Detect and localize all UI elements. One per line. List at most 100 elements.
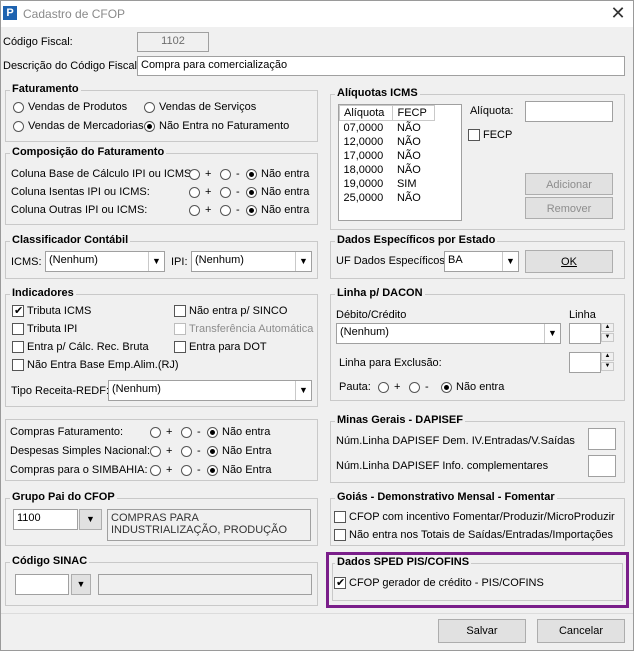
cancelar-button-label: Cancelar <box>558 625 604 637</box>
goias-incentivo-checkbox[interactable] <box>334 511 346 523</box>
table-row[interactable]: 17,0000 NÃO <box>340 149 435 163</box>
close-icon[interactable]: ✕ <box>604 2 632 24</box>
pauta-plus-radio[interactable] <box>378 382 389 393</box>
ipi-select-value: (Nenhum) <box>195 254 244 266</box>
debito-credito-select[interactable]: (Nenhum) <box>336 323 561 344</box>
remover-button[interactable]: Remover <box>525 197 613 219</box>
compras-row1-plus-radio[interactable] <box>150 427 161 438</box>
fecp-label: FECP <box>483 129 513 141</box>
compras-row1-minus-radio[interactable] <box>181 427 192 438</box>
linha-up-arrow-icon[interactable]: ▲ <box>601 323 614 332</box>
compras-row3-plus-radio[interactable] <box>150 465 161 476</box>
pauta-minus-radio[interactable] <box>409 382 420 393</box>
sinac-dropdown-chevron-icon[interactable]: ▼ <box>71 574 91 595</box>
icms-select[interactable]: (Nenhum) <box>45 251 165 272</box>
salvar-button-label: Salvar <box>466 625 498 637</box>
goias-incentivo-label: CFOP com incentivo Fomentar/Produzir/Mic… <box>349 511 615 523</box>
remover-button-label: Remover <box>546 203 592 215</box>
tipo-receita-chevron-down-icon[interactable]: ▼ <box>295 381 311 400</box>
col-fecp-header[interactable]: FECP <box>392 105 435 121</box>
exclusao-up-arrow-icon[interactable]: ▲ <box>601 352 614 361</box>
sinac-code-field[interactable] <box>15 574 69 595</box>
aliquota-label: Alíquota: <box>470 105 514 117</box>
minas-row1-input[interactable] <box>588 428 616 450</box>
tributa-ipi-checkbox[interactable] <box>12 323 24 335</box>
comp-row3-minus-radio[interactable] <box>220 205 231 216</box>
table-row[interactable]: 18,0000 NÃO <box>340 163 435 177</box>
uf-chevron-down-icon[interactable]: ▼ <box>502 252 518 271</box>
minas-row1-label: Núm.Linha DAPISEF Dem. IV.Entradas/V.Saí… <box>336 435 575 447</box>
descricao-field[interactable]: Compra para comercialização <box>137 56 625 76</box>
aliquota-cell: 19,0000 <box>343 177 384 190</box>
aliquota-cell: 18,0000 <box>343 163 384 176</box>
pauta-nao-entra-radio[interactable] <box>441 382 452 393</box>
goias-totais-checkbox[interactable] <box>334 529 346 541</box>
table-row[interactable]: 12,0000 NÃO <box>340 135 435 149</box>
compras-row3-nao-entra-radio[interactable] <box>207 465 218 476</box>
comp-row3-minus-label: - <box>236 204 240 216</box>
compras-row2-plus-label: + <box>166 445 173 457</box>
comp-row2-nao-entra-radio[interactable] <box>246 187 257 198</box>
vendas-produtos-radio[interactable] <box>13 102 24 113</box>
grupo-pai-desc-field: COMPRAS PARA INDUSTRIALIZAÇÃO, PRODUÇÃO <box>107 509 311 541</box>
compras-row2-plus-radio[interactable] <box>150 446 161 457</box>
salvar-button[interactable]: Salvar <box>438 619 526 643</box>
goias-totais-label: Não entra nos Totais de Saídas/Entradas/… <box>349 529 613 541</box>
icms-chevron-down-icon[interactable]: ▼ <box>148 252 164 271</box>
comp-row1-minus-radio[interactable] <box>220 169 231 180</box>
comp-row1-nao-entra-radio[interactable] <box>246 169 257 180</box>
comp-row2-plus-radio[interactable] <box>189 187 200 198</box>
comp-row1-nao-entra-label: Não entra <box>261 168 310 180</box>
compras-row2-minus-radio[interactable] <box>181 446 192 457</box>
table-row[interactable]: 25,0000 NÃO <box>340 191 435 205</box>
grupo-pai-dropdown-chevron-icon[interactable]: ▼ <box>79 509 102 530</box>
entra-calc-checkbox[interactable] <box>12 341 24 353</box>
exclusao-down-arrow-icon[interactable]: ▼ <box>601 362 614 371</box>
minas-row2-label: Núm.Linha DAPISEF Info. complementares <box>336 460 549 472</box>
tributa-icms-checkbox[interactable] <box>12 304 24 317</box>
minas-row2-input[interactable] <box>588 455 616 477</box>
grupo-pai-code-field[interactable]: 1100 <box>13 509 78 530</box>
entra-dot-checkbox[interactable] <box>174 341 186 353</box>
comp-row3-plus-radio[interactable] <box>189 205 200 216</box>
minas-title: Minas Gerais - DAPISEF <box>335 414 465 426</box>
comp-row2-minus-radio[interactable] <box>220 187 231 198</box>
cancelar-button[interactable]: Cancelar <box>537 619 625 643</box>
comp-row2-nao-entra-label: Não entra <box>261 186 310 198</box>
aliquota-cell: 12,0000 <box>343 135 384 148</box>
compras-row3-minus-radio[interactable] <box>181 465 192 476</box>
table-row[interactable]: 19,0000 SIM <box>340 177 435 191</box>
debito-credito-chevron-down-icon[interactable]: ▼ <box>544 324 560 343</box>
aliquota-input[interactable] <box>525 101 613 122</box>
col-aliquota-header[interactable]: Alíquota <box>338 105 394 121</box>
vendas-servicos-radio[interactable] <box>144 102 155 113</box>
nao-entra-faturamento-radio[interactable] <box>144 121 155 132</box>
pauta-nao-entra-label: Não entra <box>456 381 505 393</box>
especificos-title: Dados Específicos por Estado <box>335 234 498 246</box>
aliquota-cell: 07,0000 <box>343 121 384 134</box>
nao-entra-base-checkbox[interactable] <box>12 359 24 371</box>
transferencia-checkbox <box>174 323 186 335</box>
compras-row1-nao-entra-radio[interactable] <box>207 427 218 438</box>
nao-entra-sinco-checkbox[interactable] <box>174 305 186 317</box>
comp-row1-minus-label: - <box>236 168 240 180</box>
ok-button[interactable]: OK <box>525 250 613 273</box>
compras-row2-nao-entra-radio[interactable] <box>207 446 218 457</box>
tipo-receita-select[interactable]: (Nenhum) <box>108 380 312 401</box>
comp-row1-plus-radio[interactable] <box>189 169 200 180</box>
adicionar-button[interactable]: Adicionar <box>525 173 613 195</box>
sped-credito-checkbox[interactable] <box>334 576 346 589</box>
ipi-chevron-down-icon[interactable]: ▼ <box>295 252 311 271</box>
ipi-select[interactable]: (Nenhum) <box>191 251 312 272</box>
vendas-mercadorias-radio[interactable] <box>13 121 24 132</box>
linha-down-arrow-icon[interactable]: ▼ <box>601 333 614 342</box>
linha-exclusao-spinner[interactable] <box>569 352 601 373</box>
fecp-checkbox[interactable] <box>468 129 480 141</box>
cfop-dialog: P Cadastro de CFOP ✕ Código Fiscal: 1102… <box>0 0 634 651</box>
table-row[interactable]: 07,0000 NÃO <box>340 121 435 135</box>
linha-spinner[interactable] <box>569 323 601 344</box>
composicao-row2-label: Coluna Isentas IPI ou ICMS: <box>11 186 150 198</box>
comp-row3-nao-entra-radio[interactable] <box>246 205 257 216</box>
aliquotas-list[interactable]: Alíquota FECP 07,0000 NÃO 12,0000 NÃO 17,0… <box>338 104 462 221</box>
codigo-fiscal-label: Código Fiscal: <box>3 36 73 48</box>
